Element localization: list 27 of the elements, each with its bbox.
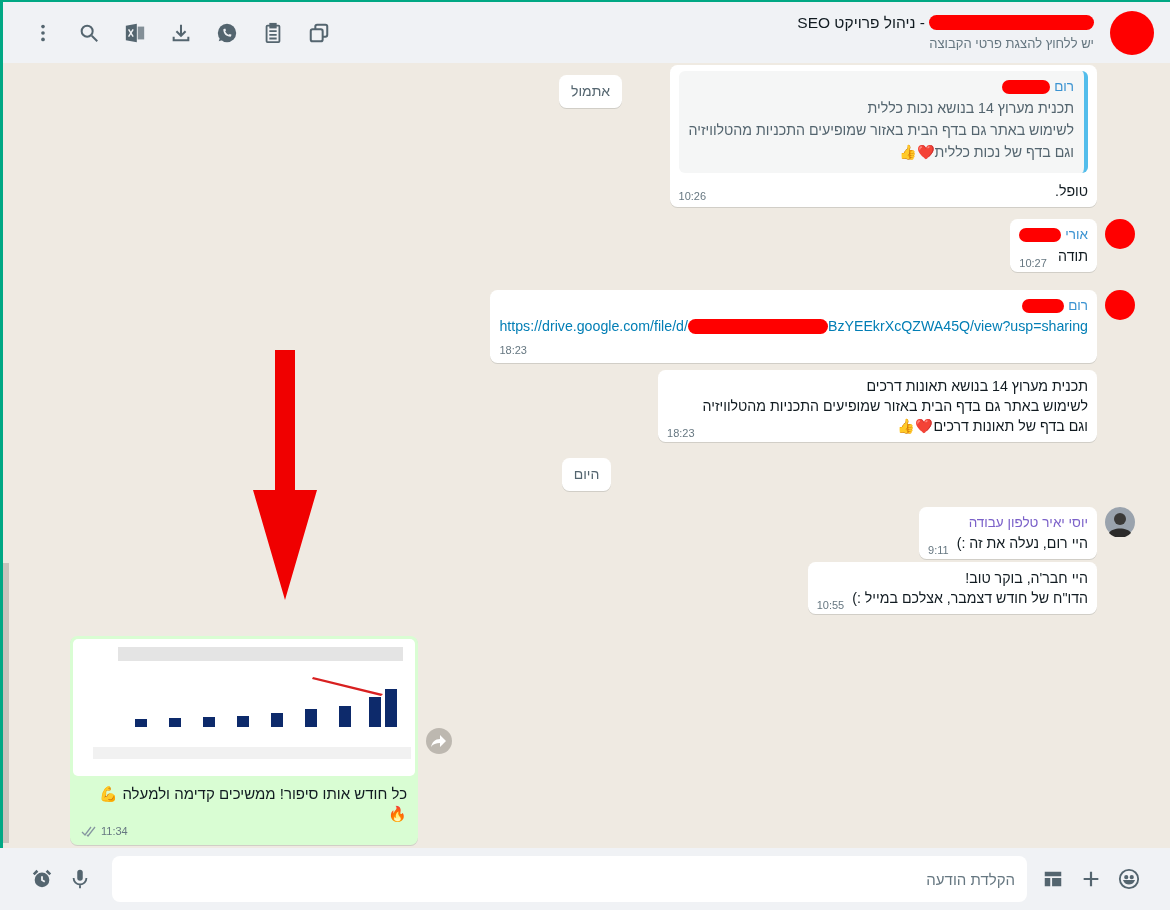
message-text: טופל. <box>1054 182 1088 202</box>
sender-name: יוסי יאיר טלפון עבודה <box>968 514 1088 533</box>
message-text: תודה <box>1058 246 1088 266</box>
sender-name: אורי <box>1065 226 1088 245</box>
date-label: היום <box>561 458 612 492</box>
emoji-icon[interactable] <box>1117 867 1141 891</box>
link[interactable]: https://drive.google.com/file/d/ BzYEEkrXcQZWA45Q/view?usp=sharing <box>499 315 1088 338</box>
scrollbar[interactable] <box>3 563 9 843</box>
message-text: תכנית מערוץ 14 בנושא נכות כללית לשימוש באתר גם בדף הבית באזור שמופיעים התכניות מהטלוויזיה וגם בדף של נכות כללית❤👍 <box>688 99 1074 163</box>
message-text: תכנית מערוץ 14 בנושא תאונות דרכים לשימוש באתר גם בדף הבית באזור שמופיעים התכניות מהטלוויזיה וגם בדף של תאונות דרכים❤👍 <box>702 377 1088 437</box>
message-time: 10:26 <box>678 189 707 204</box>
message-input[interactable]: הקלדת הודעה <box>112 856 1027 902</box>
message-time: 10:55 <box>816 598 845 613</box>
message-time: 9:11 <box>928 543 949 558</box>
sender-name: רום <box>1054 78 1074 96</box>
date-label: אתמול <box>559 75 623 108</box>
chat-subtitle: יש ללחוץ להצגת פרטי הקבוצה <box>929 35 1094 54</box>
message-text: היי חבר'ה, בוקר טוב! הדו"ח של חודש דצמבר, אצלכם במייל :) <box>852 569 1088 609</box>
message-text: כל חודש אותו סיפור! ממשיכים קדימה ולמעלה 💪 🔥 <box>98 784 408 825</box>
message-time: 18:23 <box>499 343 527 358</box>
forward-icon <box>431 733 447 748</box>
chat-title: - ניהול פרויקט SEO <box>797 13 925 34</box>
message-time: 18:23 <box>667 426 695 441</box>
sender-name: רום <box>1068 296 1088 315</box>
message-text: היי רום, נעלה את זה :) <box>956 534 1088 554</box>
message-time: 10:27 <box>1019 255 1047 270</box>
message-time: 11:34 <box>101 824 128 839</box>
